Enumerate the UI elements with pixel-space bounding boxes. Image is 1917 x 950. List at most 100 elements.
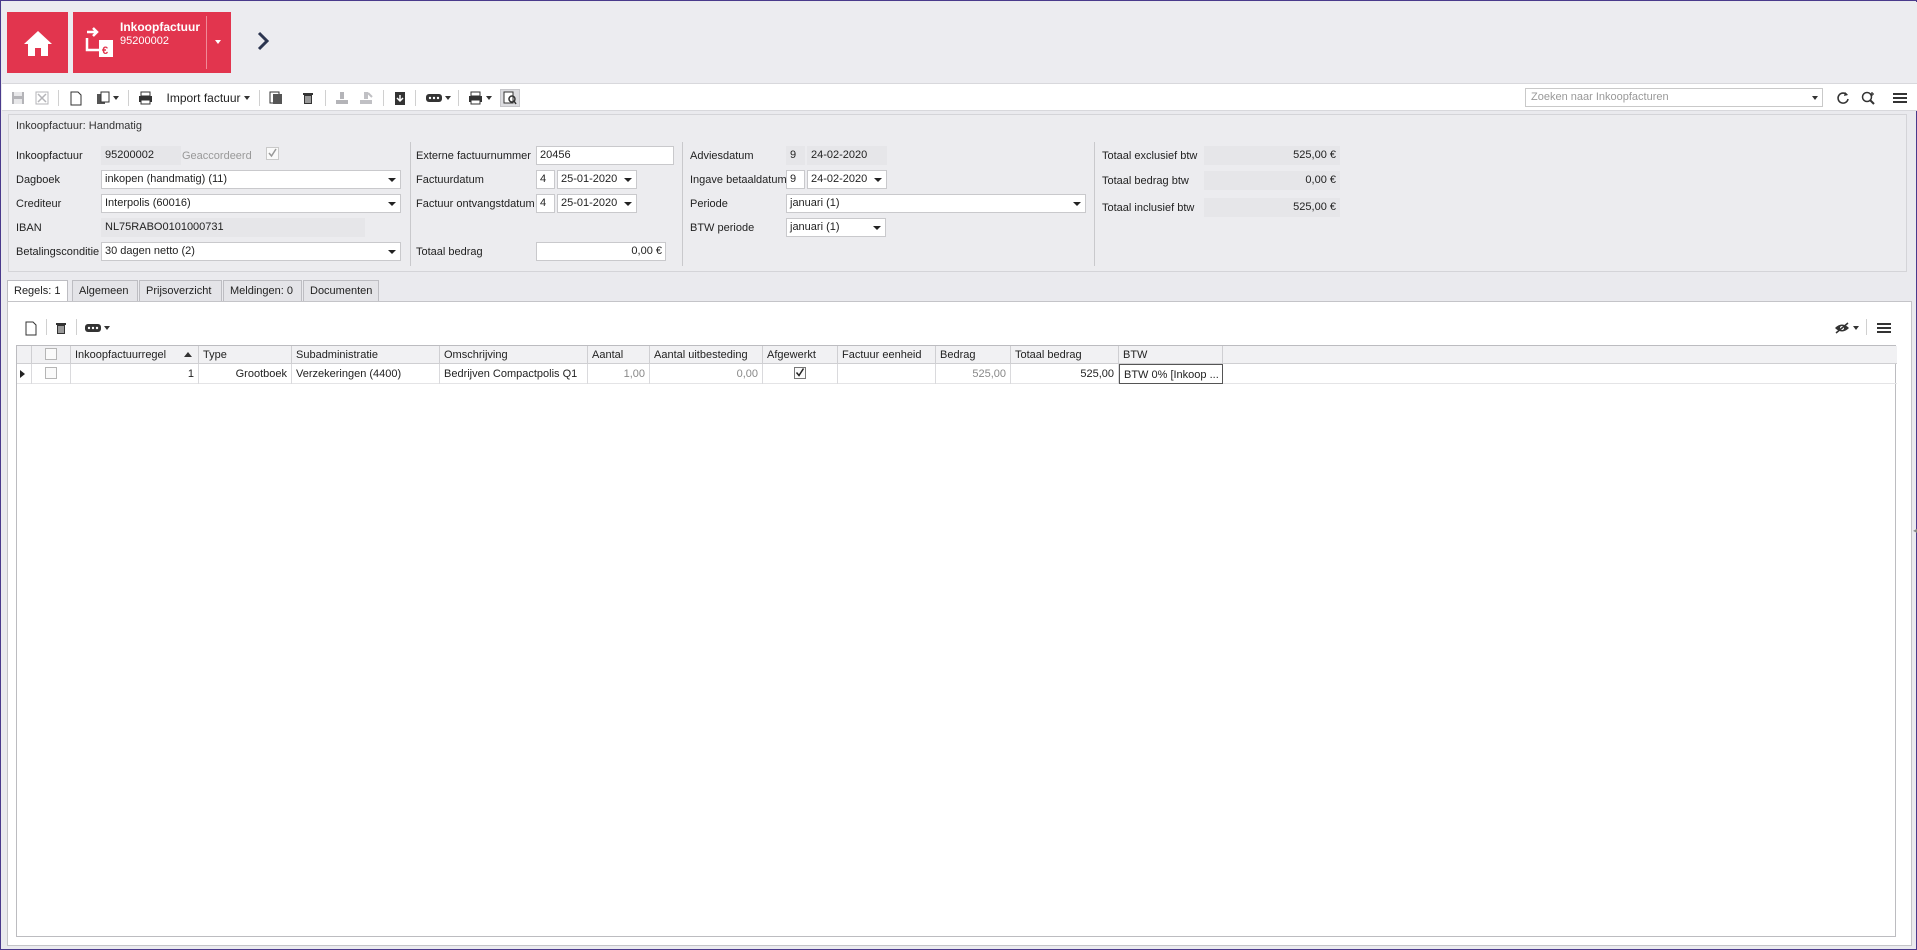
column-header[interactable]: Factuur eenheid	[838, 346, 936, 364]
tab-meldingen[interactable]: Meldingen: 0	[223, 280, 302, 302]
factuurdatum-label: Factuurdatum	[416, 174, 484, 186]
duplicate-icon	[269, 91, 282, 104]
ontvangstdatum-day-field[interactable]: 4	[536, 194, 555, 213]
delete-button[interactable]	[300, 89, 316, 107]
regel-cell[interactable]: 1	[71, 364, 199, 384]
ontvangstdatum-picker[interactable]: 25-01-2020	[557, 194, 637, 213]
inkoopfactuur-field: 95200002	[101, 146, 181, 165]
table-row[interactable]: 1 Grootboek Verzekeringen (4400) Bedrijv…	[17, 364, 1897, 384]
chevron-down-icon[interactable]	[215, 40, 221, 44]
afgewerkt-checkbox[interactable]	[794, 367, 806, 379]
column-header[interactable]: Aantal	[588, 346, 650, 364]
approve-button[interactable]	[334, 89, 350, 107]
subadministratie-cell[interactable]: Verzekeringen (4400)	[292, 364, 440, 384]
totaal-bedrag-cell[interactable]: 525,00	[1011, 364, 1119, 384]
ingave-betaaldatum-day-field[interactable]: 9	[786, 170, 805, 189]
factuur-eenheid-cell[interactable]	[838, 364, 936, 384]
purchase-invoice-icon: €	[85, 27, 113, 57]
extern-factuurnummer-input[interactable]: 20456	[536, 146, 674, 165]
delete-row-button[interactable]	[53, 319, 69, 337]
tab-algemeen[interactable]: Algemeen	[72, 280, 138, 302]
periode-value: januari (1)	[790, 197, 840, 209]
refresh-button[interactable]	[1834, 89, 1852, 107]
type-cell[interactable]: Grootboek	[199, 364, 292, 384]
tab-documenten[interactable]: Documenten	[303, 280, 379, 302]
column-header[interactable]: Bedrag	[936, 346, 1011, 364]
eye-hidden-icon	[1834, 322, 1849, 334]
chevron-down-icon	[873, 226, 881, 230]
adviesdatum-day-field: 9	[786, 146, 805, 165]
totaal-bedrag-input[interactable]: 0,00 €	[536, 242, 666, 261]
periode-select[interactable]: januari (1)	[786, 194, 1086, 213]
column-header[interactable]: Inkoopfactuurregel	[71, 346, 199, 364]
import-invoice-button[interactable]: Import factuur	[164, 89, 252, 107]
ingave-betaaldatum-picker[interactable]: 24-02-2020	[807, 170, 887, 189]
row-indicator-header	[17, 346, 32, 364]
checkmark-icon	[795, 368, 805, 377]
select-all-checkbox[interactable]	[45, 348, 57, 360]
toolbar-separator	[76, 319, 77, 335]
search-input[interactable]: Zoeken naar Inkoopfacturen	[1525, 88, 1823, 107]
duplicate-button[interactable]	[268, 89, 284, 107]
more-icon	[84, 324, 101, 332]
row-select-checkbox[interactable]	[45, 367, 57, 379]
btw-cell[interactable]: BTW 0% [Inkoop ...	[1119, 364, 1223, 384]
adviesdatum-field: 24-02-2020	[807, 146, 887, 165]
copy-dropdown-button[interactable]	[94, 89, 120, 107]
preview-toggle-button[interactable]	[500, 89, 520, 107]
search-chevron-down-icon[interactable]	[1812, 96, 1818, 100]
crediteur-select[interactable]: Interpolis (60016)	[101, 194, 401, 213]
column-header[interactable]: Subadministratie	[292, 346, 440, 364]
attachment-button[interactable]	[392, 89, 408, 107]
inkoopfactuur-label: Inkoopfactuur	[16, 150, 83, 162]
advanced-search-button[interactable]	[1859, 89, 1877, 107]
print-button[interactable]	[137, 89, 153, 107]
unapprove-button[interactable]	[358, 89, 374, 107]
chevron-down-icon	[624, 202, 632, 206]
panel-title: Inkoopfactuur: Handmatig	[16, 120, 142, 132]
more-actions-dropdown[interactable]	[424, 89, 452, 107]
new-button[interactable]	[68, 89, 84, 107]
column-visibility-dropdown[interactable]	[1832, 319, 1860, 337]
row-indicator	[17, 364, 32, 384]
bedrag-cell[interactable]: 525,00	[936, 364, 1011, 384]
betalingsconditie-select[interactable]: 30 dagen netto (2)	[101, 242, 401, 261]
geaccordeerd-checkbox[interactable]	[266, 147, 279, 160]
factuurdatum-picker[interactable]: 25-01-2020	[557, 170, 637, 189]
column-header[interactable]: Totaal bedrag	[1011, 346, 1119, 364]
extern-factuurnummer-label: Externe factuurnummer	[416, 150, 531, 162]
toolbar-separator	[58, 90, 59, 106]
module-breadcrumb[interactable]: € Inkoopfactuur 95200002	[73, 12, 231, 73]
grid-more-actions-dropdown[interactable]	[83, 319, 111, 337]
collapse-handle-icon[interactable]: ◂	[1913, 526, 1917, 535]
column-header[interactable]: BTW	[1119, 346, 1223, 364]
column-header[interactable]: Omschrijving	[440, 346, 588, 364]
module-subtitle: 95200002	[120, 35, 169, 47]
chevron-down-icon	[388, 250, 396, 254]
column-header[interactable]: Aantal uitbesteding	[650, 346, 763, 364]
dagboek-select[interactable]: inkopen (handmatig) (11)	[101, 170, 401, 189]
menu-button[interactable]	[1891, 89, 1909, 107]
chevron-right-icon[interactable]	[256, 30, 270, 52]
grid-menu-button[interactable]	[1875, 319, 1893, 337]
tab-prijsoverzicht[interactable]: Prijsoverzicht	[139, 280, 222, 302]
aantal-uitbesteding-cell[interactable]: 0,00	[650, 364, 763, 384]
column-header[interactable]: Type	[199, 346, 292, 364]
grid-toolbar	[15, 315, 1896, 339]
print-options-dropdown[interactable]	[466, 89, 494, 107]
save-icon	[12, 92, 24, 104]
omschrijving-cell[interactable]: Bedrijven Compactpolis Q1	[440, 364, 588, 384]
btw-periode-select[interactable]: januari (1)	[786, 218, 886, 237]
totaal-exclusief-label: Totaal exclusief btw	[1102, 150, 1198, 162]
discard-button[interactable]	[34, 89, 50, 107]
tab-regels[interactable]: Regels: 1	[7, 280, 68, 303]
aantal-cell[interactable]: 1,00	[588, 364, 650, 384]
column-header[interactable]: Afgewerkt	[763, 346, 838, 364]
chevron-down-icon	[1073, 202, 1081, 206]
home-button[interactable]	[7, 12, 68, 73]
save-button[interactable]	[10, 89, 26, 107]
add-row-button[interactable]	[23, 319, 39, 337]
column-divider	[1094, 142, 1095, 266]
factuurdatum-day-field[interactable]: 4	[536, 170, 555, 189]
main-toolbar: Import factuur Zoeken naar Inkoopfacture…	[2, 83, 1917, 111]
